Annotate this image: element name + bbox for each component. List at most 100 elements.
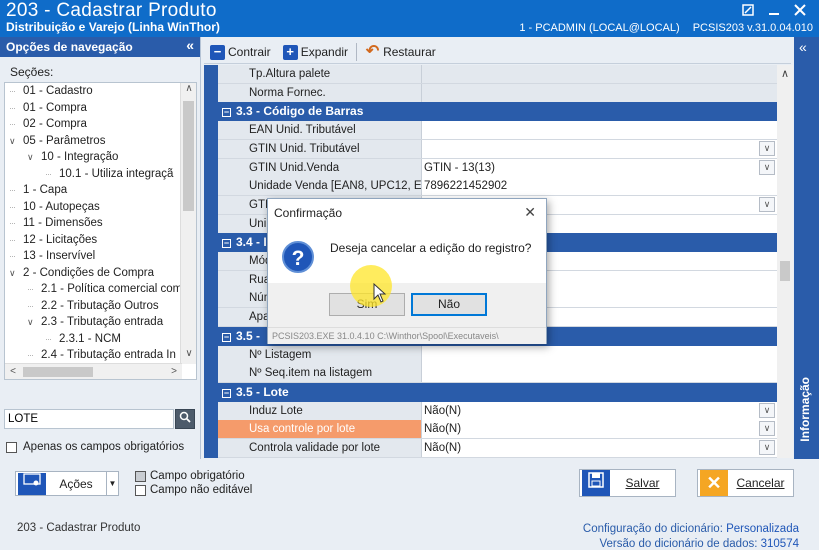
grid-row[interactable]: Unidade Venda [EAN8, UPC12, EA 7896221452… (218, 177, 777, 197)
chevron-down-icon[interactable]: ∨ (759, 159, 775, 175)
collapse-section-icon[interactable]: − (222, 332, 231, 342)
tree-item[interactable]: ··· 2.1 - Política comercial com (5, 281, 196, 298)
grid-row[interactable]: GTIN Unid. Tributável ∨ (218, 139, 777, 159)
expand-info-icon[interactable]: « (799, 39, 807, 55)
chevron-down-icon[interactable]: ∨ (759, 440, 775, 455)
tree-item[interactable]: ∨ 2.3 - Tributação entrada (5, 314, 196, 331)
collapse-nav-icon[interactable]: « (186, 37, 194, 53)
field-value[interactable] (422, 83, 777, 102)
actions-dropdown-icon[interactable]: ▼ (106, 472, 118, 495)
chevron-down-icon[interactable]: ∨ (759, 402, 775, 418)
tree-item[interactable]: ··· 10 - Autopeças (5, 199, 196, 216)
collapse-section-icon[interactable]: − (222, 108, 231, 118)
dialog-close-icon[interactable]: ✕ (524, 204, 536, 221)
grid-row[interactable]: Induz Lote Não(N) ∨ (218, 401, 777, 421)
tree-item[interactable]: ··· 2.2 - Tributação Outros (5, 298, 196, 315)
required-only-checkbox-box[interactable] (6, 441, 17, 453)
tree-item[interactable]: ··· 11 - Dimensões (5, 215, 196, 232)
tree-item[interactable]: ··· 12 - Licitações (5, 232, 196, 249)
tree-branch-line: ··· (9, 102, 16, 113)
tree-item[interactable]: ··· 02 - Compra (5, 116, 196, 133)
scroll-right-icon[interactable]: > (166, 364, 182, 379)
minimize-icon[interactable] (763, 1, 785, 19)
field-value[interactable] (422, 121, 777, 140)
field-value[interactable]: Não(N) ∨ (422, 439, 777, 457)
restore-window-icon[interactable] (737, 1, 759, 19)
chevron-down-icon[interactable]: ∨ (759, 196, 775, 212)
grid-row[interactable]: Nº Listagem (218, 345, 777, 365)
legend-readonly-label: Campo não editável (150, 484, 253, 496)
tree-item[interactable]: ∨ 2 - Condições de Compra (5, 265, 196, 282)
grid-scroll-up-icon[interactable]: ∧ (777, 67, 793, 83)
close-window-icon[interactable] (789, 1, 811, 19)
tree-item-label: 1 - Capa (23, 184, 68, 196)
field-value[interactable] (422, 65, 777, 83)
tree-item[interactable]: ··· 01 - Compra (5, 100, 196, 117)
tree-horizontal-scrollbar[interactable]: < > (5, 363, 182, 379)
field-value[interactable]: 7896221452902 (422, 177, 777, 196)
field-value[interactable] (422, 345, 777, 364)
tree-item[interactable]: ··· 2.4 - Tributação entrada In (5, 347, 196, 364)
tree-branch-line: ··· (45, 333, 52, 344)
expand-toggle-icon[interactable]: ∨ (9, 265, 23, 282)
scroll-up-icon[interactable]: ∧ (181, 83, 196, 99)
field-value[interactable]: Não(N) ∨ (422, 401, 777, 420)
section-filter-input[interactable] (4, 409, 174, 429)
field-value[interactable]: Não(N) ∨ (422, 420, 777, 439)
grid-row[interactable]: Controla validade por lote Não(N) ∨ (218, 439, 777, 458)
tree-scroll-thumb[interactable] (183, 101, 194, 211)
grid-row[interactable]: Norma Fornec. (218, 83, 777, 103)
restore-button[interactable]: ↶ Restaurar (359, 42, 442, 63)
tree-item[interactable]: ∨ 10 - Integração (5, 149, 196, 166)
expand-button[interactable]: + Expandir (277, 42, 354, 63)
grid-row[interactable]: GTIN Unid.Venda GTIN - 13(13) ∨ (218, 158, 777, 178)
grid-vertical-scrollbar[interactable]: ∧ (777, 65, 793, 458)
chevron-down-icon[interactable]: ∨ (759, 421, 775, 437)
sections-tree[interactable]: ··· 01 - Cadastro ··· 01 - Compra ··· 02 - Co… (4, 82, 197, 380)
field-label: GTIN Unid. Tributável (218, 139, 422, 158)
grid-row[interactable]: Tp.Altura palete (218, 65, 777, 84)
tree-item[interactable]: ··· 1 - Capa (5, 182, 196, 199)
tree-item[interactable]: ··· 2.3.1 - NCM (5, 331, 196, 348)
chevron-down-icon[interactable]: ∨ (759, 140, 775, 156)
tree-item[interactable]: ∨ 05 - Parâmetros (5, 133, 196, 150)
grid-section-header[interactable]: −3.5 - Lote (218, 382, 777, 402)
tree-item-label: 10 - Integração (41, 151, 119, 163)
section-title: −3.3 - Código de Barras (222, 102, 363, 121)
grid-row[interactable]: Usa controle por lote Não(N) ∨ (218, 420, 777, 440)
tree-item[interactable]: ··· 10.1 - Utiliza integraçã (5, 166, 196, 183)
cancel-button[interactable]: ✕ Cancelar (697, 469, 794, 497)
scroll-left-icon[interactable]: < (5, 364, 21, 379)
grid-scroll-thumb[interactable] (780, 261, 790, 281)
grid-section-header[interactable]: −3.3 - Código de Barras (218, 102, 777, 122)
grid-row[interactable]: Nº Seq.item na listagem (218, 364, 777, 384)
tree-item[interactable]: ··· 13 - Inservível (5, 248, 196, 265)
expand-toggle-icon[interactable]: ∨ (27, 314, 41, 331)
field-label: EAN Unid. Tributável (218, 121, 422, 140)
required-only-checkbox[interactable]: Apenas os campos obrigatórios (6, 441, 184, 453)
field-label: Norma Fornec. (218, 83, 422, 102)
collapse-section-icon[interactable]: − (222, 388, 231, 398)
field-value[interactable] (422, 364, 777, 383)
expand-toggle-icon[interactable]: ∨ (27, 149, 41, 166)
field-value-text: 7896221452902 (424, 180, 508, 193)
tree-item[interactable]: ··· 01 - Cadastro (5, 83, 196, 100)
field-value[interactable]: ∨ (422, 139, 777, 158)
status-routine: 203 - Cadastrar Produto (17, 522, 141, 534)
routine-version: PCSIS203 v.31.0.04.010 (692, 22, 813, 34)
tree-hscroll-thumb[interactable] (23, 367, 93, 377)
dialog-footer-path: PCSIS203.EXE 31.0.4.10 C:\Winthor\Spool\… (268, 327, 546, 344)
grid-row[interactable]: EAN Unid. Tributável (218, 121, 777, 141)
collapse-section-icon[interactable]: − (222, 239, 231, 249)
info-panel-label[interactable]: Informação (798, 377, 812, 442)
actions-button[interactable]: Ações ▼ (15, 471, 119, 496)
field-value[interactable]: GTIN - 13(13) ∨ (422, 158, 777, 177)
collapse-button[interactable]: − Contrair (204, 42, 277, 63)
tree-vertical-scrollbar[interactable]: ∧ ∨ (180, 83, 196, 364)
scroll-down-icon[interactable]: ∨ (181, 348, 196, 364)
expand-toggle-icon[interactable]: ∨ (9, 133, 23, 150)
search-icon[interactable] (175, 409, 195, 429)
no-button[interactable]: Não (411, 293, 487, 316)
dict-config-label: Configuração do dicionário: (582, 523, 723, 535)
save-button[interactable]: Salvar (579, 469, 676, 497)
